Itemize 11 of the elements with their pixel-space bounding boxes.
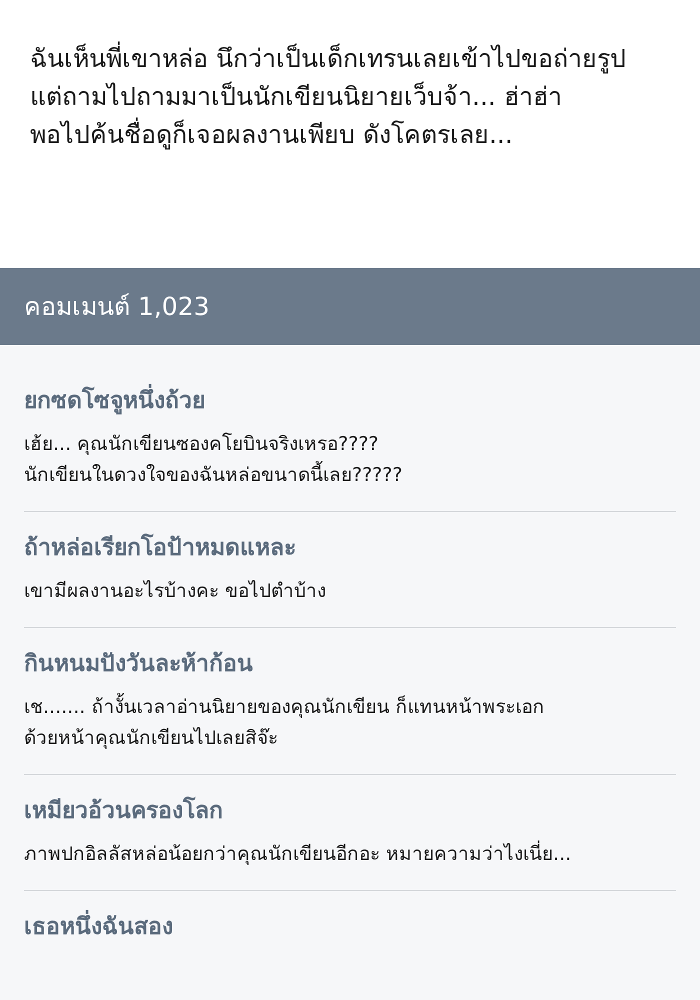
- comments-count: คอมเมนต์ 1,023: [24, 290, 210, 323]
- commenter-name: เหมียวอ้วนครองโลก: [24, 796, 224, 826]
- commenter-name: ยกซดโซจูหนึ่งถ้วย: [24, 385, 676, 417]
- comment-text: เฮ้ย... คุณนักเขียนซองคโยบินจริงเหรอ???? นักเขียนในดวงใจของฉันหล่อขนาดนี้เลย?????: [24, 432, 404, 488]
- comment-text: ภาพปกอิลลัสหล่อน้อยกว่าคุณนักเขียนอีกอะ หมายความว่าไงเนี่ย...: [24, 839, 676, 870]
- comment-text: เช....... ถ้างั้นเวลาอ่านนิยายของคุณนักเขียน ก็แทนหน้าพระเอก ด้วยหน้าคุณนักเขียนไปเลยสิจ๊ะ: [24, 692, 676, 754]
- commenter-name: ถ้าหล่อเรียกโอป้าหมดแหละ: [24, 532, 297, 563]
- post-text: ฉันเห็นพี่เขาหล่อ นึกว่าเป็นเด็กเทรนเลยเข้าไปขอถ่ายรูป แต่ถามไปถามมาเป็นนักเขียนนิยายเว็บจ้า... ฮ่าฮ่า พอไปค้นชื่อดูก็เจอผลงานเพียบ ดังโคตรเลย...: [30, 40, 670, 154]
- commenter-name: กินหนมปังวันละห้าก้อน: [24, 650, 254, 679]
- commenter-name: เธอหนึ่งฉันสอง: [24, 911, 676, 943]
- comment-text: เขามีผลงานอะไรบ้างคะ ขอไปตำบ้าง: [24, 579, 328, 604]
